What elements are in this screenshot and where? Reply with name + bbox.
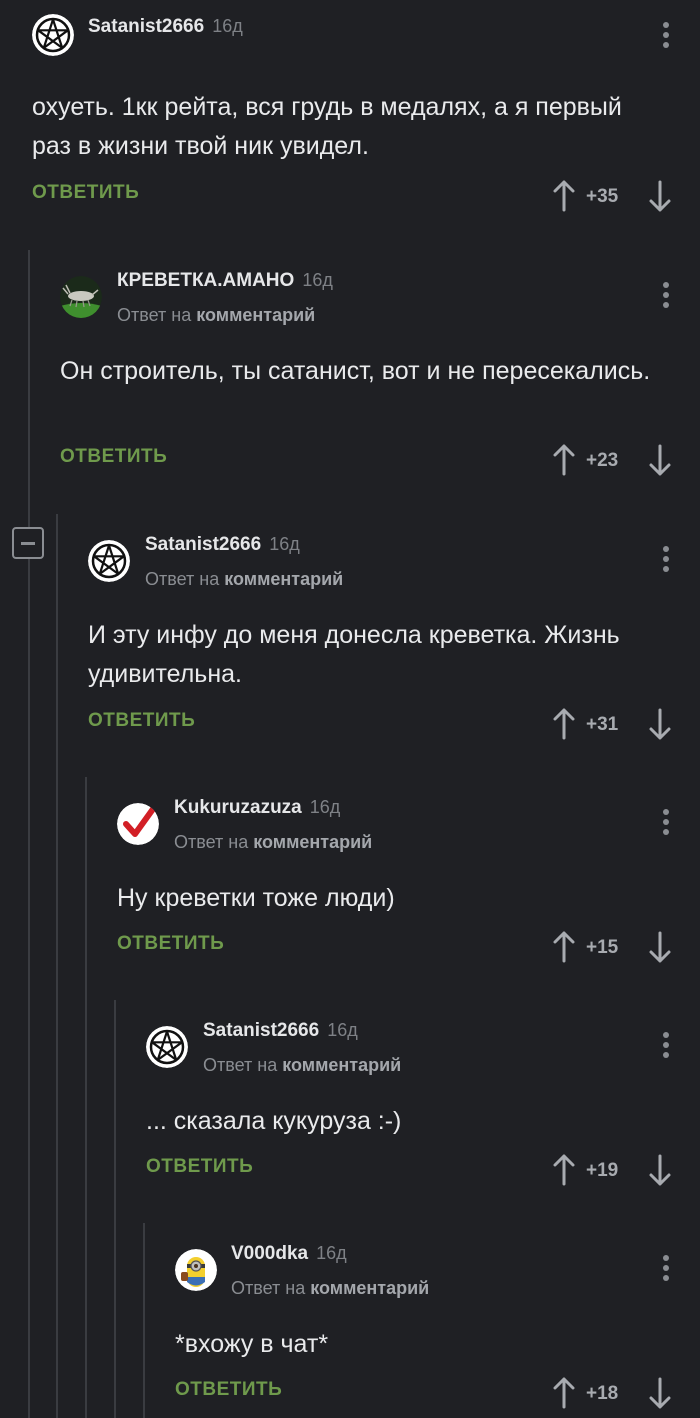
thread-line[interactable]: [85, 777, 87, 1418]
comment: Satanist2666 16д охуеть. 1кк рейта, вся г…: [32, 14, 700, 224]
vote-controls: +31: [552, 706, 672, 742]
vote-controls: +23: [552, 442, 672, 478]
more-options-icon[interactable]: [662, 546, 670, 574]
comment-time: 16д: [302, 270, 333, 290]
checkmark-avatar[interactable]: [117, 803, 159, 845]
reply-to-label: Ответ на комментарий: [231, 1278, 430, 1298]
comment-text: охуеть. 1кк рейта, вся грудь в медалях, …: [32, 93, 622, 160]
shrimp-avatar[interactable]: [60, 276, 102, 318]
thread-line[interactable]: [114, 1000, 116, 1418]
comment-footer: ОТВЕТИТЬ +15: [117, 929, 700, 965]
comment-text: ... сказала кукуруза :-): [146, 1107, 402, 1135]
vote-controls: +18: [552, 1375, 672, 1411]
reply-to-link[interactable]: комментарий: [253, 832, 372, 852]
collapse-branch-button[interactable]: [12, 527, 44, 559]
author-name[interactable]: КРЕВЕТКА.АМАНО 16д: [117, 270, 333, 292]
downvote-arrow-icon[interactable]: [648, 929, 672, 965]
upvote-arrow-icon[interactable]: [552, 1152, 576, 1188]
vote-controls: +15: [552, 929, 672, 965]
comment-score: +15: [586, 937, 619, 958]
downvote-arrow-icon[interactable]: [648, 1152, 672, 1188]
comment: Satanist2666 16д Ответ на комментарий ...…: [146, 1014, 700, 1204]
more-options-icon[interactable]: [662, 1032, 670, 1060]
more-options-icon[interactable]: [662, 1255, 670, 1283]
author-name[interactable]: Kukuruzazuza 16д: [174, 797, 340, 819]
reply-to-label: Ответ на комментарий: [145, 569, 344, 589]
comment-text: Ну креветки тоже люди): [117, 884, 395, 912]
comment-header: V000dka 16д Ответ на комментарий: [175, 1237, 700, 1298]
upvote-arrow-icon[interactable]: [552, 442, 576, 478]
more-options-icon[interactable]: [662, 22, 670, 50]
comment: Kukuruzazuza 16д Ответ на комментарий Ну …: [117, 791, 700, 981]
pentagram-avatar[interactable]: [32, 14, 74, 56]
comment-header: Satanist2666 16д Ответ на комментарий: [146, 1014, 700, 1075]
reply-button[interactable]: ОТВЕТИТЬ: [32, 182, 139, 204]
comment-score: +18: [586, 1383, 619, 1404]
downvote-arrow-icon[interactable]: [648, 178, 672, 214]
comment-footer: ОТВЕТИТЬ +31: [88, 706, 700, 742]
comment-time: 16д: [316, 1243, 347, 1263]
comment-text: Он строитель, ты сатанист, вот и не пере…: [60, 357, 651, 385]
minion-avatar[interactable]: [175, 1249, 217, 1291]
reply-to-link[interactable]: комментарий: [224, 569, 343, 589]
comment-footer: ОТВЕТИТЬ +19: [146, 1152, 700, 1188]
minus-icon: [21, 542, 35, 545]
comment-header: КРЕВЕТКА.АМАНО 16д Ответ на комментарий: [60, 264, 700, 325]
reply-button[interactable]: ОТВЕТИТЬ: [88, 710, 195, 732]
author-name[interactable]: Satanist2666 16д: [203, 1020, 358, 1042]
comment-footer: ОТВЕТИТЬ +18: [175, 1375, 700, 1411]
comment-time: 16д: [269, 534, 300, 554]
reply-to-link[interactable]: комментарий: [282, 1055, 401, 1075]
comment-score: +35: [586, 186, 619, 207]
upvote-arrow-icon[interactable]: [552, 706, 576, 742]
comment-thread: Satanist2666 16д охуеть. 1кк рейта, вся г…: [0, 0, 700, 1418]
downvote-arrow-icon[interactable]: [648, 1375, 672, 1411]
upvote-arrow-icon[interactable]: [552, 929, 576, 965]
comment: V000dka 16д Ответ на комментарий *вхожу в…: [175, 1237, 700, 1418]
comment-footer: ОТВЕТИТЬ +23: [60, 442, 700, 478]
vote-controls: +19: [552, 1152, 672, 1188]
upvote-arrow-icon[interactable]: [552, 1375, 576, 1411]
comment-footer: ОТВЕТИТЬ +35: [32, 178, 700, 214]
comment-time: 16д: [327, 1020, 358, 1040]
reply-to-link[interactable]: комментарий: [310, 1278, 429, 1298]
comment: КРЕВЕТКА.АМАНО 16д Ответ на комментарий О…: [60, 264, 700, 484]
reply-button[interactable]: ОТВЕТИТЬ: [117, 933, 224, 955]
reply-button[interactable]: ОТВЕТИТЬ: [60, 446, 167, 468]
thread-line[interactable]: [28, 250, 30, 1418]
thread-line[interactable]: [143, 1223, 145, 1418]
comment-text: *вхожу в чат*: [175, 1330, 329, 1358]
author-name[interactable]: Satanist2666 16д: [88, 16, 243, 38]
pentagram-avatar[interactable]: [146, 1026, 188, 1068]
upvote-arrow-icon[interactable]: [552, 178, 576, 214]
comment-header: Kukuruzazuza 16д Ответ на комментарий: [117, 791, 700, 852]
thread-line[interactable]: [56, 514, 58, 1418]
more-options-icon[interactable]: [662, 809, 670, 837]
comment: Satanist2666 16д Ответ на комментарий И э…: [88, 528, 700, 748]
comment-score: +31: [586, 714, 619, 735]
comment-header: Satanist2666 16д Ответ на комментарий: [88, 528, 700, 589]
reply-to-label: Ответ на комментарий: [203, 1055, 402, 1075]
comment-header: Satanist2666 16д: [32, 14, 700, 64]
author-name[interactable]: Satanist2666 16д: [145, 534, 300, 556]
vote-controls: +35: [552, 178, 672, 214]
reply-button[interactable]: ОТВЕТИТЬ: [146, 1156, 253, 1178]
comment-score: +19: [586, 1160, 619, 1181]
comment-score: +23: [586, 450, 619, 471]
downvote-arrow-icon[interactable]: [648, 706, 672, 742]
more-options-icon[interactable]: [662, 282, 670, 310]
comment-time: 16д: [212, 16, 243, 36]
pentagram-avatar[interactable]: [88, 540, 130, 582]
reply-to-label: Ответ на комментарий: [174, 832, 373, 852]
author-name[interactable]: V000dka 16д: [231, 1243, 347, 1265]
downvote-arrow-icon[interactable]: [648, 442, 672, 478]
reply-button[interactable]: ОТВЕТИТЬ: [175, 1379, 282, 1401]
reply-to-label: Ответ на комментарий: [117, 305, 316, 325]
comment-time: 16д: [309, 797, 341, 817]
reply-to-link[interactable]: комментарий: [196, 305, 315, 325]
comment-text: И эту инфу до меня донесла креветка. Жиз…: [88, 621, 620, 688]
